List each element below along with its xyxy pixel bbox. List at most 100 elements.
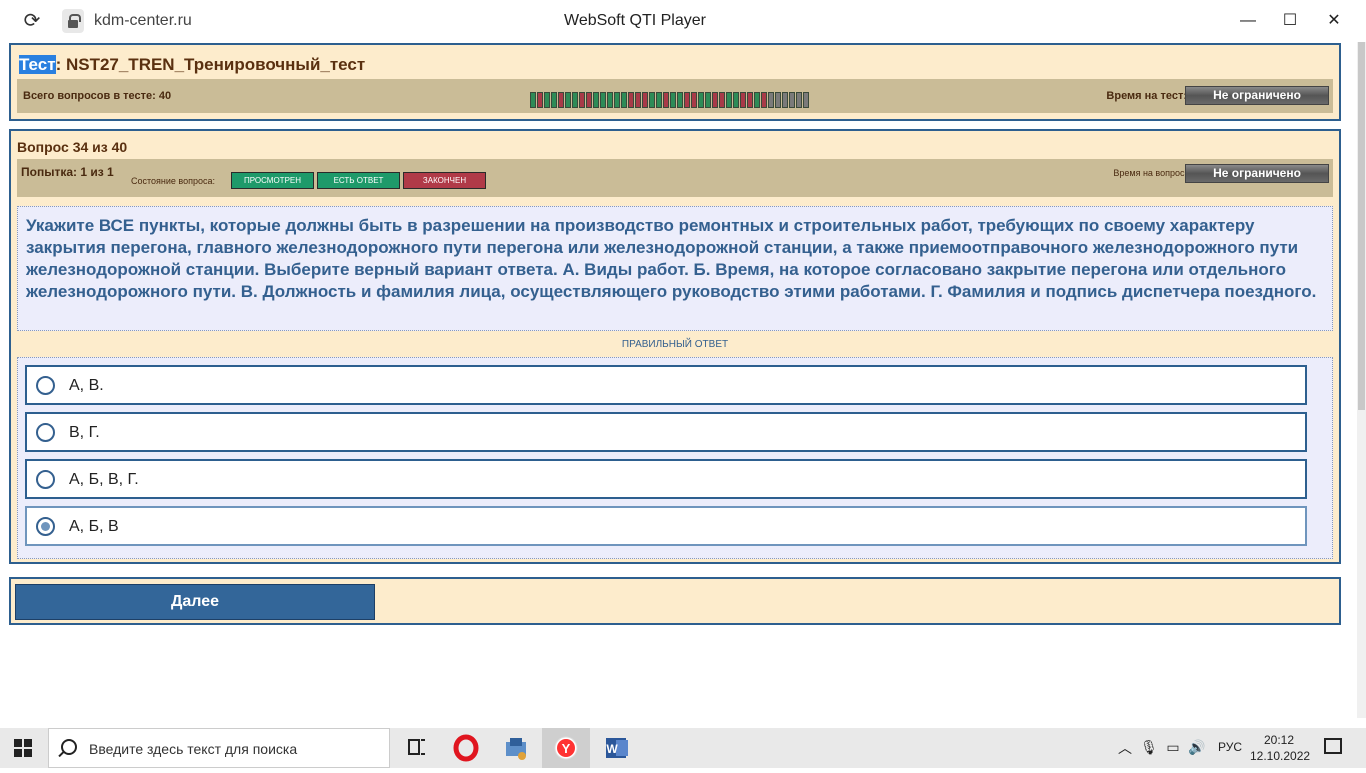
volume-icon[interactable]: 🔊 xyxy=(1188,738,1206,756)
question-state-label: Состояние вопроса: xyxy=(131,176,215,186)
progress-segment xyxy=(670,92,676,108)
state-finished-badge: ЗАКОНЧЕН xyxy=(403,172,486,189)
window-title: WebSoft QTI Player xyxy=(564,12,706,29)
progress-segment xyxy=(649,92,655,108)
progress-segment xyxy=(642,92,648,108)
progress-segment xyxy=(600,92,606,108)
progress-segment xyxy=(782,92,788,108)
taskbar: Введите здесь текст для поиска Y W ︿ 🎙 ▭… xyxy=(0,728,1366,768)
progress-segment xyxy=(551,92,557,108)
browser-title-bar: ⟳ kdm-center.ru WebSoft QTI Player — ☐ ✕ xyxy=(0,0,1366,42)
progress-segment xyxy=(803,92,809,108)
svg-text:W: W xyxy=(606,742,618,756)
progress-segment xyxy=(628,92,634,108)
folder-user-icon[interactable] xyxy=(492,728,540,768)
answer-option-2[interactable]: В, Г. xyxy=(25,412,1307,452)
notifications-icon[interactable] xyxy=(1324,738,1342,754)
close-button[interactable]: ✕ xyxy=(1320,8,1348,34)
radio-button-selected[interactable] xyxy=(36,517,55,536)
progress-segment xyxy=(614,92,620,108)
reload-icon[interactable]: ⟳ xyxy=(20,9,44,33)
clock-time: 20:12 xyxy=(1263,733,1295,747)
progress-segment xyxy=(544,92,550,108)
question-text: Укажите ВСЕ пункты, которые должны быть … xyxy=(17,206,1333,331)
question-time-value: Не ограничено xyxy=(1185,164,1329,183)
progress-segment xyxy=(796,92,802,108)
question-number: Вопрос 34 из 40 xyxy=(17,139,128,155)
radio-button[interactable] xyxy=(36,423,55,442)
task-view-icon[interactable] xyxy=(392,728,440,768)
progress-segment xyxy=(579,92,585,108)
progress-segment xyxy=(726,92,732,108)
progress-segment xyxy=(691,92,697,108)
minimize-button[interactable]: — xyxy=(1234,8,1262,34)
microphone-icon[interactable]: 🎙 xyxy=(1140,738,1158,756)
progress-segment xyxy=(663,92,669,108)
yandex-browser-icon[interactable]: Y xyxy=(542,728,590,768)
test-title-highlight: Тест xyxy=(19,55,56,74)
progress-segment xyxy=(740,92,746,108)
test-title-name: : NST27_TREN_Тренировочный_тест xyxy=(55,55,366,74)
svg-text:Y: Y xyxy=(562,741,571,756)
answer-option-1[interactable]: А, В. xyxy=(25,365,1307,405)
progress-segment xyxy=(705,92,711,108)
progress-segment xyxy=(565,92,571,108)
progress-segment xyxy=(754,92,760,108)
progress-segment xyxy=(733,92,739,108)
progress-segment xyxy=(593,92,599,108)
test-time-label: Время на тест: xyxy=(1106,90,1187,102)
address-url[interactable]: kdm-center.ru xyxy=(94,12,192,30)
progress-segment xyxy=(768,92,774,108)
progress-segment xyxy=(530,92,536,108)
state-viewed-badge: ПРОСМОТРЕН xyxy=(231,172,314,189)
progress-segment xyxy=(607,92,613,108)
answer-label: А, Б, В, Г. xyxy=(69,471,139,488)
progress-segment xyxy=(537,92,543,108)
progress-segment xyxy=(761,92,767,108)
question-panel: Вопрос 34 из 40 Попытка: 1 из 1 Состояни… xyxy=(9,129,1341,564)
progress-segment xyxy=(635,92,641,108)
maximize-button[interactable]: ☐ xyxy=(1276,8,1304,34)
state-answered-badge: ЕСТЬ ОТВЕТ xyxy=(317,172,400,189)
navigation-panel: Далее xyxy=(9,577,1341,625)
test-time-value: Не ограничено xyxy=(1185,86,1329,105)
total-questions: Всего вопросов в тесте: 40 xyxy=(23,90,172,102)
test-info-strip: Всего вопросов в тесте: 40 Время на тест… xyxy=(17,79,1333,113)
answer-label: В, Г. xyxy=(69,424,100,441)
progress-segment xyxy=(698,92,704,108)
test-title: Тест: NST27_TREN_Тренировочный_тест xyxy=(19,55,365,75)
next-button[interactable]: Далее xyxy=(15,584,375,620)
progress-segment xyxy=(677,92,683,108)
progress-segment xyxy=(558,92,564,108)
opera-icon[interactable] xyxy=(442,728,490,768)
progress-segment xyxy=(747,92,753,108)
question-info-strip: Попытка: 1 из 1 Состояние вопроса: ПРОСМ… xyxy=(17,159,1333,197)
progress-segment xyxy=(656,92,662,108)
question-progress-bar xyxy=(530,92,809,108)
answer-list: А, В. В, Г. А, Б, В, Г. А, Б, В xyxy=(17,357,1333,559)
radio-button[interactable] xyxy=(36,470,55,489)
taskbar-search[interactable]: Введите здесь текст для поиска xyxy=(48,728,390,768)
lock-icon[interactable] xyxy=(62,9,84,33)
progress-segment xyxy=(775,92,781,108)
progress-segment xyxy=(621,92,627,108)
language-indicator[interactable]: РУС xyxy=(1218,740,1242,754)
progress-segment xyxy=(712,92,718,108)
progress-segment xyxy=(719,92,725,108)
taskbar-clock[interactable]: 20:12 12.10.2022 xyxy=(1250,732,1310,764)
question-time-label: Время на вопрос: xyxy=(1113,168,1187,178)
progress-segment xyxy=(684,92,690,108)
vertical-scrollbar[interactable] xyxy=(1357,42,1366,718)
answer-label: А, Б, В xyxy=(69,518,119,535)
word-icon[interactable]: W xyxy=(592,728,640,768)
answer-caption: ПРАВИЛЬНЫЙ ОТВЕТ xyxy=(621,339,729,350)
battery-icon[interactable]: ▭ xyxy=(1164,738,1182,756)
answer-label: А, В. xyxy=(69,377,104,394)
attempt-counter: Попытка: 1 из 1 xyxy=(21,165,114,179)
answer-option-4[interactable]: А, Б, В xyxy=(25,506,1307,546)
tray-expand-icon[interactable]: ︿ xyxy=(1118,738,1132,758)
answer-option-3[interactable]: А, Б, В, Г. xyxy=(25,459,1307,499)
windows-start-icon[interactable] xyxy=(14,739,32,757)
radio-button[interactable] xyxy=(36,376,55,395)
scrollbar-thumb[interactable] xyxy=(1358,42,1365,410)
